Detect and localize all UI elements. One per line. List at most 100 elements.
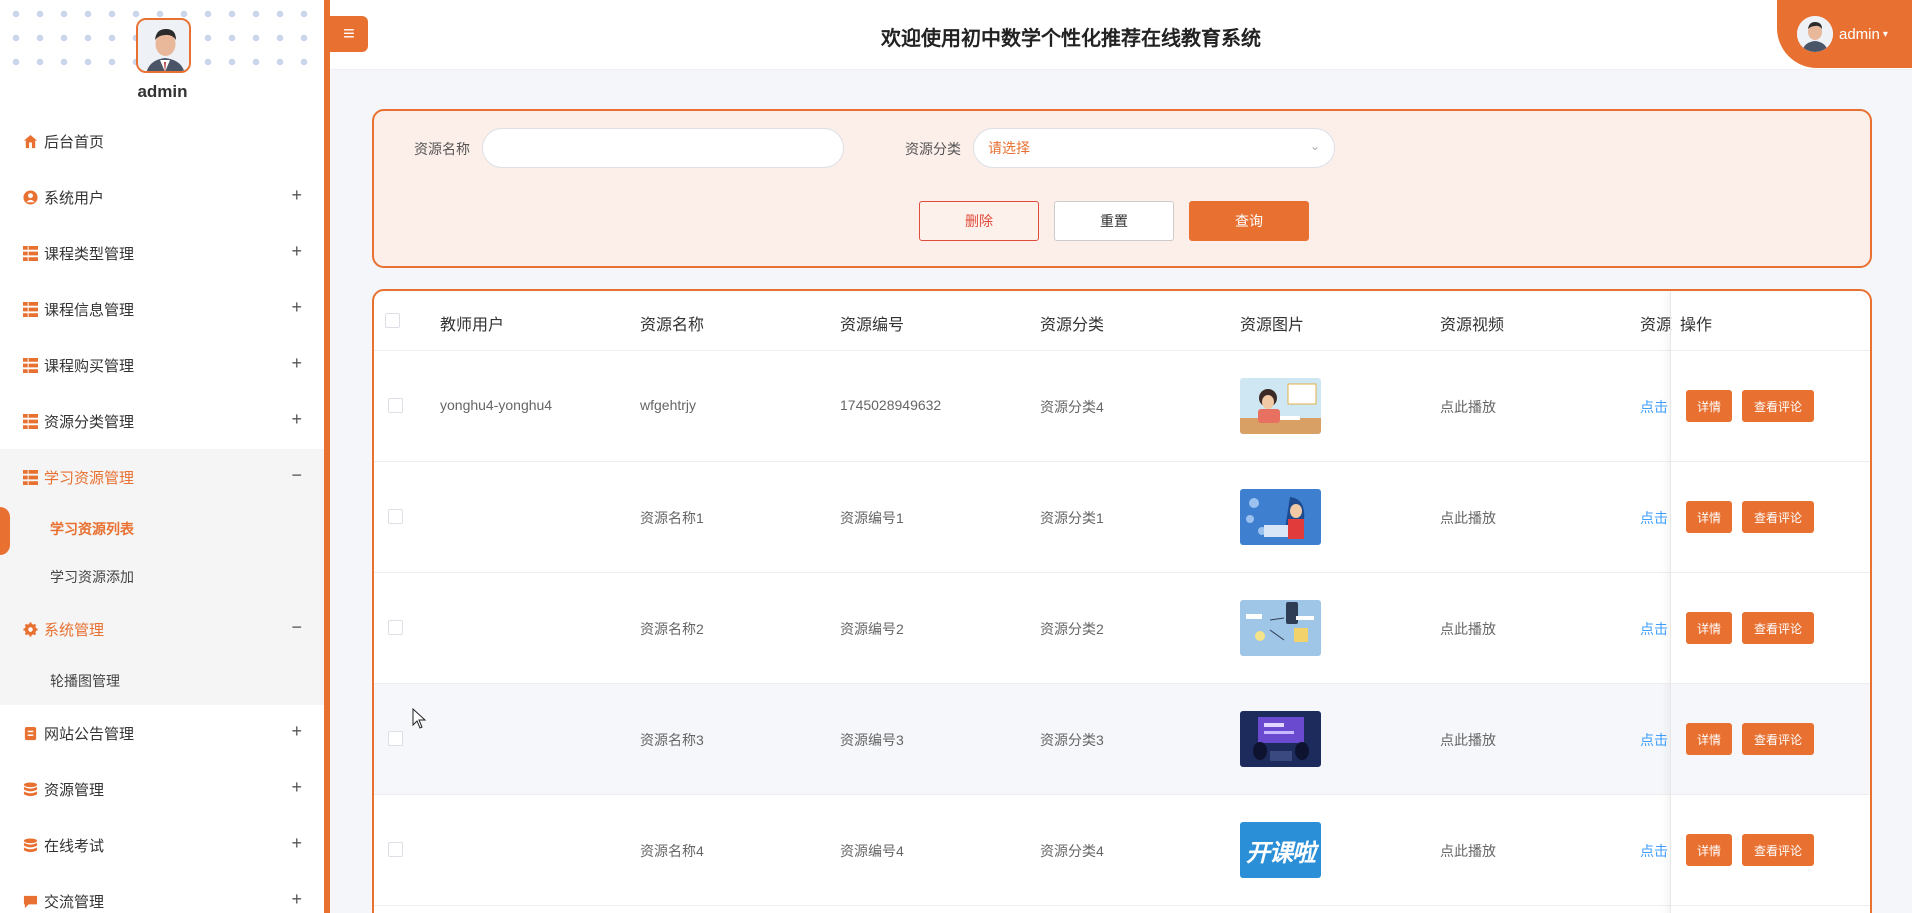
detail-button[interactable]: 详情 bbox=[1686, 501, 1732, 533]
sidebar-subitem-resource-add[interactable]: 学习资源添加 bbox=[0, 553, 324, 601]
resource-name-input[interactable] bbox=[482, 128, 844, 168]
expand-plus-icon[interactable]: + bbox=[291, 833, 302, 854]
sidebar-item-label: 系统管理 bbox=[44, 621, 105, 639]
cell-video-link[interactable]: 点此播放 bbox=[1440, 730, 1496, 750]
mouse-cursor-icon bbox=[412, 708, 426, 729]
sidebar-item-label: 课程信息管理 bbox=[44, 301, 135, 319]
cell-file-link[interactable]: 点击 bbox=[1640, 508, 1668, 528]
col-header-image: 资源图片 bbox=[1240, 317, 1305, 334]
cell-category: 资源分类3 bbox=[1040, 732, 1104, 748]
view-comments-button[interactable]: 查看评论 bbox=[1742, 723, 1814, 755]
expand-plus-icon[interactable]: + bbox=[291, 297, 302, 318]
cell-file-link[interactable]: 点击 bbox=[1640, 619, 1668, 639]
cell-category: 资源分类2 bbox=[1040, 621, 1104, 637]
sidebar-item-online-exam[interactable]: 在线考试 + bbox=[0, 817, 324, 873]
col-header-video: 资源视频 bbox=[1440, 317, 1505, 334]
sidebar-item-label: 系统用户 bbox=[44, 189, 105, 207]
table-row: 资源名称4 资源编号4 资源分类4 开课啦 点此播放 点击 详情 查看评论 bbox=[374, 795, 1870, 906]
resource-thumbnail[interactable] bbox=[1240, 711, 1321, 767]
cell-category: 资源分类4 bbox=[1040, 399, 1104, 415]
database-icon bbox=[22, 837, 38, 853]
select-placeholder: 请选择 bbox=[988, 140, 1030, 156]
user-icon bbox=[22, 189, 38, 205]
delete-button[interactable]: 删除 bbox=[919, 201, 1039, 241]
user-name: admin bbox=[1839, 25, 1880, 43]
resource-thumbnail[interactable]: 开课啦 bbox=[1240, 822, 1321, 878]
row-checkbox[interactable] bbox=[388, 842, 403, 857]
detail-button[interactable]: 详情 bbox=[1686, 390, 1732, 422]
cell-file-link[interactable]: 点击 bbox=[1640, 841, 1668, 861]
sidebar-item-label: 学习资源管理 bbox=[44, 469, 135, 487]
query-button[interactable]: 查询 bbox=[1189, 201, 1309, 241]
cell-video-link[interactable]: 点此播放 bbox=[1440, 841, 1496, 861]
chevron-down-icon: ⌄ bbox=[1309, 139, 1320, 153]
resource-table: 教师用户 资源名称 资源编号 资源分类 资源图片 资源视频 资源 操作 yong… bbox=[372, 289, 1872, 913]
row-checkbox[interactable] bbox=[388, 731, 403, 746]
detail-button[interactable]: 详情 bbox=[1686, 723, 1732, 755]
resource-thumbnail[interactable] bbox=[1240, 600, 1321, 656]
row-checkbox[interactable] bbox=[388, 398, 403, 413]
cell-video-link[interactable]: 点此播放 bbox=[1440, 619, 1496, 639]
select-all-checkbox[interactable] bbox=[385, 313, 400, 328]
sidebar-item-system-management[interactable]: 系统管理 − bbox=[0, 601, 324, 657]
resource-thumbnail[interactable] bbox=[1240, 378, 1321, 434]
sidebar-item-course-types[interactable]: 课程类型管理 + bbox=[0, 225, 324, 281]
cell-file-link[interactable]: 点击 bbox=[1640, 730, 1668, 750]
view-comments-button[interactable]: 查看评论 bbox=[1742, 612, 1814, 644]
sidebar-item-announcements[interactable]: 网站公告管理 + bbox=[0, 705, 324, 761]
cell-code: 资源编号3 bbox=[840, 732, 904, 748]
table-row: 资源名称3 资源编号3 资源分类3 点此播放 点击 详情 查看评论 bbox=[374, 684, 1870, 795]
row-checkbox[interactable] bbox=[388, 509, 403, 524]
sidebar-subitem-resource-list[interactable]: 学习资源列表 bbox=[0, 505, 324, 555]
sidebar-subitem-label: 轮播图管理 bbox=[50, 673, 120, 689]
grid-icon bbox=[22, 413, 38, 429]
sidebar-item-system-users[interactable]: 系统用户 + bbox=[0, 169, 324, 225]
detail-button[interactable]: 详情 bbox=[1686, 612, 1732, 644]
col-header-code: 资源编号 bbox=[840, 317, 905, 334]
cell-name: 资源名称1 bbox=[640, 510, 704, 526]
cell-file-link[interactable]: 点击 bbox=[1640, 397, 1668, 417]
reset-button[interactable]: 重置 bbox=[1054, 201, 1174, 241]
resource-category-select[interactable]: 请选择 ⌄ bbox=[973, 128, 1335, 168]
expand-plus-icon[interactable]: + bbox=[291, 241, 302, 262]
expand-plus-icon[interactable]: + bbox=[291, 353, 302, 374]
sidebar-item-course-purchase[interactable]: 课程购买管理 + bbox=[0, 337, 324, 393]
sidebar-item-home[interactable]: 后台首页 bbox=[0, 113, 324, 169]
row-checkbox[interactable] bbox=[388, 620, 403, 635]
sidebar-item-label: 在线考试 bbox=[44, 837, 105, 855]
resource-thumbnail[interactable] bbox=[1240, 489, 1321, 545]
sidebar-item-course-info[interactable]: 课程信息管理 + bbox=[0, 281, 324, 337]
sidebar-item-resource-category[interactable]: 资源分类管理 + bbox=[0, 393, 324, 449]
detail-button[interactable]: 详情 bbox=[1686, 834, 1732, 866]
sidebar-item-communication[interactable]: 交流管理 + bbox=[0, 873, 324, 913]
col-header-category: 资源分类 bbox=[1040, 317, 1105, 334]
collapse-minus-icon[interactable]: − bbox=[291, 617, 302, 638]
col-header-file: 资源 bbox=[1640, 317, 1673, 334]
expand-plus-icon[interactable]: + bbox=[291, 777, 302, 798]
view-comments-button[interactable]: 查看评论 bbox=[1742, 501, 1814, 533]
cell-code: 资源编号1 bbox=[840, 510, 904, 526]
sidebar-item-learning-resources[interactable]: 学习资源管理 − bbox=[0, 449, 324, 505]
expand-plus-icon[interactable]: + bbox=[291, 185, 302, 206]
sidebar-item-resources[interactable]: 资源管理 + bbox=[0, 761, 324, 817]
cell-name: 资源名称3 bbox=[640, 732, 704, 748]
view-comments-button[interactable]: 查看评论 bbox=[1742, 834, 1814, 866]
expand-plus-icon[interactable]: + bbox=[291, 409, 302, 430]
expand-plus-icon[interactable]: + bbox=[291, 721, 302, 742]
sidebar-subitem-carousel[interactable]: 轮播图管理 bbox=[0, 657, 324, 705]
sidebar-username: admin bbox=[137, 82, 188, 101]
top-header: ≡ 欢迎使用初中数学个性化推荐在线教育系统 admin ▾ bbox=[330, 0, 1912, 70]
view-comments-button[interactable]: 查看评论 bbox=[1742, 390, 1814, 422]
cell-category: 资源分类1 bbox=[1040, 510, 1104, 526]
thumbnail-text: 开课啦 bbox=[1246, 839, 1316, 867]
grid-icon bbox=[22, 469, 38, 485]
cell-video-link[interactable]: 点此播放 bbox=[1440, 397, 1496, 417]
user-menu[interactable]: admin ▾ bbox=[1777, 0, 1912, 68]
admin-avatar bbox=[136, 18, 191, 73]
table-row: 资源名称1 资源编号1 资源分类1 点此播放 点击 详情 查看评论 bbox=[374, 462, 1870, 573]
cell-video-link[interactable]: 点此播放 bbox=[1440, 508, 1496, 528]
user-avatar bbox=[1797, 16, 1833, 52]
expand-plus-icon[interactable]: + bbox=[291, 889, 302, 910]
collapse-minus-icon[interactable]: − bbox=[291, 465, 302, 486]
table-row: yonghu4-yonghu4 wfgehtrjy 1745028949632 … bbox=[374, 351, 1870, 462]
